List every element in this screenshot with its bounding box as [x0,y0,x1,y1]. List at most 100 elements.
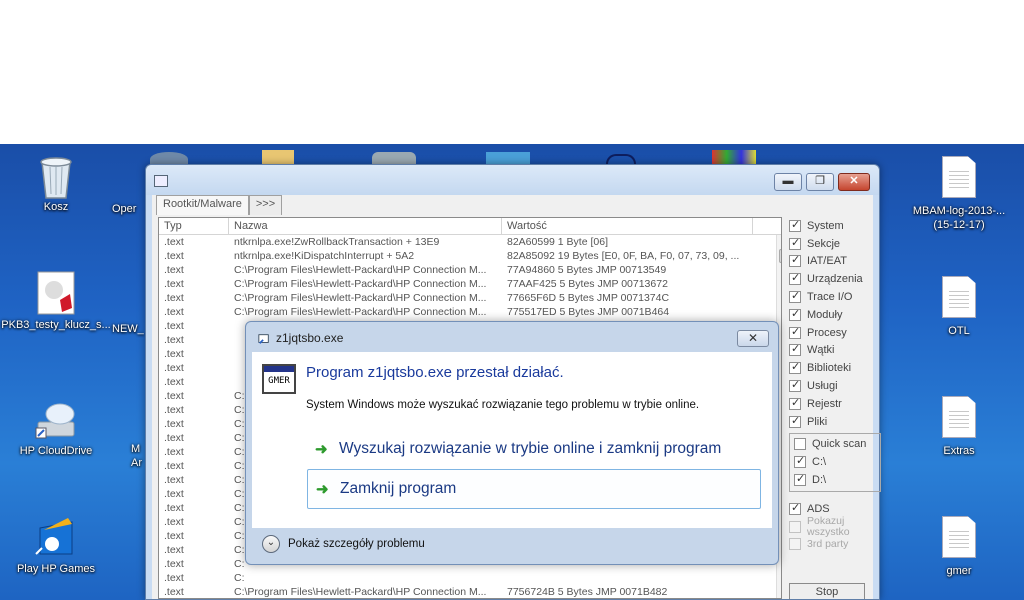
option-checkbox[interactable]: Trace I/O [789,288,881,306]
scrollbar-thumb[interactable] [779,249,781,263]
option-checkbox[interactable]: Pokazuj wszystko [789,515,881,537]
option-checkbox[interactable]: Moduły [789,306,881,324]
column-header-typ[interactable]: Typ [159,218,229,234]
stop-button[interactable]: Stop [789,583,865,599]
checkbox[interactable] [794,438,806,451]
table-row[interactable]: .text C:\Program Files\Hewlett-Packard\HP… [159,291,781,305]
option-checkbox[interactable]: Urządzenia [789,270,881,288]
dialog-footer: ⌄ Pokaż szczegóły problemu [252,528,772,560]
table-cell: .text [164,502,184,514]
recycle-bin-desktop-icon[interactable]: Kosz [0,152,112,214]
table-row[interactable]: .text ntkrnlpa.exe!ZwRollbackTransaction … [159,235,781,249]
checkbox[interactable] [789,342,801,357]
text-file-icon [937,156,981,200]
table-row[interactable]: .text C: [159,571,781,585]
gmer-log-desktop-icon[interactable]: gmer [904,516,1014,578]
search-online-and-close-button[interactable]: ➜ Wyszukaj rozwiązanie w trybie online i… [307,429,761,469]
show-details-link[interactable]: Pokaż szczegóły problemu [288,538,425,550]
option-checkboxes: System Sekcje IAT/EAT Urządzenia Trace I/O Mo… [789,217,881,431]
checkbox[interactable] [789,520,801,533]
table-cell: .text [164,460,184,472]
checkbox[interactable] [789,307,801,321]
list-header: Typ Nazwa Wartość [159,218,781,235]
hp-clouddrive-desktop-icon[interactable]: HP CloudDrive [0,396,112,458]
option-checkbox[interactable]: C:\ [794,453,880,471]
checkbox-label: Usługi [807,380,838,393]
checkbox[interactable] [794,454,806,469]
option-checkbox[interactable]: Procesy [789,324,881,342]
dialog-titlebar[interactable]: z1jqtsbo.exe ✕ [246,322,778,352]
dialog-close-button[interactable]: ✕ [737,330,769,347]
checkbox[interactable] [789,396,801,410]
option-checkbox[interactable]: Sekcje [789,235,881,253]
chevron-down-icon[interactable]: ⌄ [262,535,280,553]
tab-more[interactable]: >>> [248,195,283,215]
table-cell: 82A60599 1 Byte [06] [507,236,608,248]
desktop-icon-label: MBAM-log-2013-... (15-12-17) [912,205,1006,231]
extras-desktop-icon[interactable]: Extras [904,396,1014,458]
close-button[interactable]: ✕ [838,173,870,191]
mbam-log-desktop-icon[interactable]: MBAM-log-2013-... (15-12-17) [904,156,1014,232]
drive-checkboxes: Quick scan C:\ D:\ [794,436,880,489]
checkbox[interactable] [789,414,801,428]
checkbox[interactable] [789,253,801,268]
cloud-drive-icon [34,396,78,440]
desktop-icon-label: gmer [946,565,972,577]
checkbox[interactable] [789,325,801,339]
option-checkbox[interactable]: Pliki [789,413,881,431]
checkbox[interactable] [789,538,801,551]
checkbox[interactable] [789,378,801,393]
table-cell: .text [164,488,184,500]
option-checkbox[interactable]: D:\ [794,471,880,489]
checkbox[interactable] [789,236,801,250]
scroll-up-icon[interactable]: ▲ [777,235,781,249]
column-header-wartosc[interactable]: Wartość [502,218,753,234]
desktop-icon-label: Oper [112,203,137,215]
minimize-button[interactable]: ▬ [774,173,802,191]
partial-folder-icon [262,150,294,164]
checkbox[interactable] [789,360,801,375]
green-arrow-icon: ➜ [316,481,329,498]
table-cell: 77AAF425 5 Bytes JMP 00713672 [507,278,668,290]
table-cell: 77665F6D 5 Bytes JMP 0071374C [507,292,670,304]
checkbox[interactable] [789,289,801,304]
dialog-subtext: System Windows może wyszukać rozwiązanie… [306,399,700,411]
partial-desktop-icon-new[interactable]: NEW_ [112,322,148,336]
text-file-icon [937,516,981,560]
option-checkbox[interactable]: Quick scan [794,436,880,454]
crash-dialog: z1jqtsbo.exe ✕ GMER Program z1jqtsbo.exe… [245,321,779,565]
pdf-file-desktop-icon[interactable]: PKB3_testy_klucz_s... [0,270,112,332]
option-checkbox[interactable]: 3rd party [789,536,881,554]
checkbox[interactable] [789,218,801,232]
extra-checkboxes: ADSPokazuj wszystko3rd party [789,500,881,553]
option-checkbox[interactable]: Wątki [789,342,881,360]
option-checkbox[interactable]: Rejestr [789,395,881,413]
option-checkbox[interactable]: Usługi [789,377,881,395]
table-row[interactable]: .text C:\Program Files\Hewlett-Packard\HP… [159,263,781,277]
maximize-button[interactable]: ❐ [806,173,834,191]
checkbox[interactable] [794,472,806,487]
table-cell: .text [164,446,184,458]
option-checkbox[interactable]: IAT/EAT [789,253,881,271]
table-cell: .text [164,236,184,248]
close-program-button[interactable]: ➜ Zamknij program [307,469,761,509]
tab-rootkit-malware[interactable]: Rootkit/Malware [156,195,249,215]
option-checkbox[interactable]: System [789,217,881,235]
column-header-nazwa[interactable]: Nazwa [229,218,502,234]
text-file-icon [937,396,981,440]
play-hp-games-desktop-icon[interactable]: Play HP Games [0,514,112,576]
partial-app-icon [712,150,756,164]
table-row[interactable]: .text C:\Program Files\Hewlett-Packard\HP… [159,585,781,598]
scan-options-panel: System Sekcje IAT/EAT Urządzenia Trace I/O Mo… [789,217,881,553]
table-row[interactable]: .text C:\Program Files\Hewlett-Packard\HP… [159,305,781,319]
gmer-titlebar[interactable]: ▬ ❐ ✕ [146,165,879,195]
table-cell: .text [164,544,184,556]
option-checkbox[interactable]: Biblioteki [789,359,881,377]
checkbox[interactable] [789,501,801,515]
table-row[interactable]: .text C:\Program Files\Hewlett-Packard\HP… [159,277,781,291]
app-icon[interactable] [154,175,168,187]
table-row[interactable]: .text ntkrnlpa.exe!KiDispatchInterrupt + … [159,249,781,263]
otl-desktop-icon[interactable]: OTL [904,276,1014,338]
checkbox[interactable] [789,271,801,286]
partial-desktop-icon-opera[interactable]: Oper [112,202,148,216]
